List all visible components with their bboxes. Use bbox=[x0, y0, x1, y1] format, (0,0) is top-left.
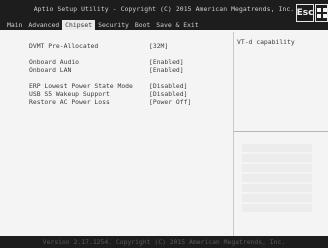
setting-label: Onboard Audio bbox=[29, 58, 80, 66]
key-legend-line bbox=[242, 204, 312, 212]
setting-value[interactable]: [Disabled] bbox=[149, 90, 187, 98]
menu-bar: Main Advanced Chipset Security Boot Save… bbox=[4, 20, 202, 30]
key-legend-line bbox=[242, 164, 312, 172]
setting-value[interactable]: [Disabled] bbox=[149, 82, 187, 90]
key-legend-line bbox=[242, 194, 312, 202]
setting-value[interactable]: [Enabled] bbox=[149, 66, 184, 74]
tab-advanced[interactable]: Advanced bbox=[25, 20, 62, 30]
header-bar: Aptio Setup Utility - Copyright (C) 2015… bbox=[0, 0, 328, 30]
setting-label: Restore AC Power Loss bbox=[29, 98, 110, 106]
tab-boot[interactable]: Boot bbox=[132, 20, 153, 30]
setting-label: USB S5 Wakeup Support bbox=[29, 90, 110, 98]
setting-value[interactable]: [Enabled] bbox=[149, 58, 184, 66]
key-legend-line bbox=[242, 184, 312, 192]
key-legend-line bbox=[242, 174, 312, 182]
tab-save-exit[interactable]: Save & Exit bbox=[153, 20, 201, 30]
setting-label: Onboard LAN bbox=[29, 66, 72, 74]
key-legend-line bbox=[242, 154, 312, 162]
tab-security[interactable]: Security bbox=[95, 20, 132, 30]
help-text: VT-d capability bbox=[237, 38, 295, 46]
setting-label: ERP Lowest Power State Mode bbox=[29, 82, 133, 90]
help-panel: VT-d capability bbox=[234, 32, 328, 236]
main-content: DVMT Pre-Allocated [32M] Onboard Audio [… bbox=[0, 30, 328, 236]
setting-value[interactable]: [Power Off] bbox=[149, 98, 191, 106]
tab-chipset[interactable]: Chipset bbox=[62, 20, 96, 30]
esc-button[interactable]: Esc bbox=[296, 4, 314, 22]
key-legend-line bbox=[242, 144, 312, 152]
setting-label: DVMT Pre-Allocated bbox=[29, 42, 99, 50]
footer-bar: Version 2.17.1254. Copyright (C) 2015 Am… bbox=[0, 236, 328, 248]
grid-icon[interactable] bbox=[315, 4, 328, 22]
setting-value[interactable]: [32M] bbox=[149, 42, 168, 50]
app-title: Aptio Setup Utility - Copyright (C) 2015… bbox=[33, 5, 295, 13]
tab-main[interactable]: Main bbox=[4, 20, 25, 30]
settings-panel: DVMT Pre-Allocated [32M] Onboard Audio [… bbox=[18, 32, 234, 236]
key-legend bbox=[234, 132, 328, 236]
